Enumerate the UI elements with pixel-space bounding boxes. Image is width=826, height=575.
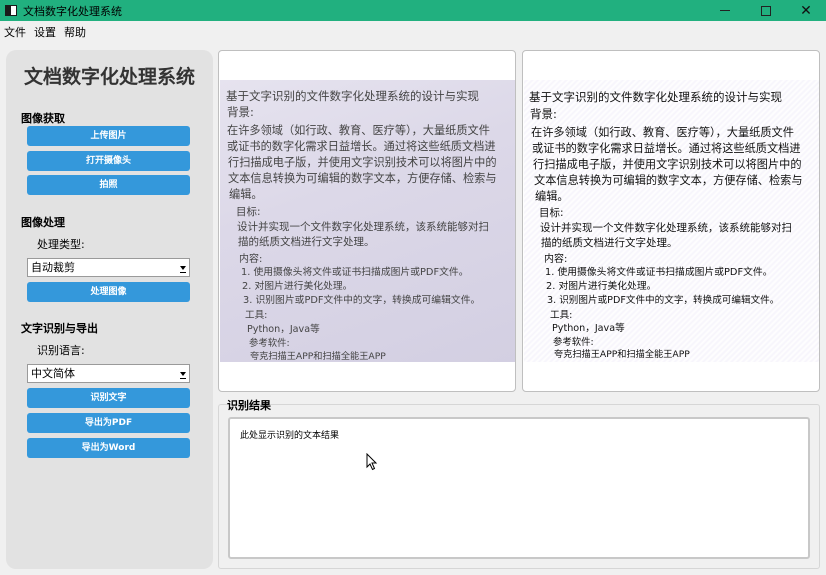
doc-line: 工具:: [550, 310, 573, 321]
export-pdf-button[interactable]: 导出为PDF: [27, 413, 190, 433]
doc-line: 目标:: [236, 206, 261, 218]
doc-line: 夸克扫描王APP和扫描全能王APP: [250, 351, 386, 362]
original-document-photo: 基于文字识别的文件数字化处理系统的设计与实现 背景: 在许多领域（如行政、教育、…: [220, 80, 515, 362]
result-placeholder-text: 此处显示识别的文本结果: [240, 431, 340, 441]
doc-line: 编辑。: [535, 190, 569, 203]
doc-line: 背景:: [227, 105, 254, 119]
chevron-down-icon: [180, 372, 186, 379]
maximize-icon: [761, 5, 771, 16]
menu-settings[interactable]: 设置: [30, 21, 60, 45]
doc-line: 行扫描成电子版，并使用文字识别技术可以将图片中的: [533, 158, 802, 171]
doc-line: 描的纸质文档进行文字处理。: [541, 237, 678, 249]
doc-line: 在许多领域（如行政、教育、医疗等），大量纸质文件: [227, 124, 490, 137]
doc-line: 1. 使用摄像头将文件或证书扫描成图片或PDF文件。: [545, 267, 773, 278]
doc-line: 内容:: [544, 254, 568, 265]
title-bar: 文档数字化处理系统 ✕: [0, 0, 826, 21]
maximize-button[interactable]: [746, 0, 786, 21]
doc-line: 3. 识别图片或PDF文件中的文字，转换成可编辑文件。: [547, 295, 780, 306]
result-group-label: 识别结果: [227, 399, 271, 412]
process-type-label: 处理类型:: [37, 238, 85, 251]
app-icon: [5, 5, 17, 16]
recognize-text-button[interactable]: 识别文字: [27, 388, 190, 408]
menu-bar: 文件 设置 帮助: [0, 21, 826, 45]
menu-file[interactable]: 文件: [0, 21, 30, 45]
doc-line: 基于文字识别的文件数字化处理系统的设计与实现: [226, 89, 479, 103]
chevron-down-icon: [180, 266, 186, 273]
menu-help[interactable]: 帮助: [60, 21, 90, 45]
doc-line: 行扫描成电子版，并使用文字识别技术可以将图片中的: [228, 156, 497, 169]
doc-line: 文本信息转换为可编辑的数字文本，方便存储、检索与: [534, 174, 803, 187]
window-title: 文档数字化处理系统: [23, 5, 122, 18]
doc-line: 基于文字识别的文件数字化处理系统的设计与实现: [529, 90, 782, 104]
doc-line: 或证书的数字化需求日益增长。通过将这些纸质文档进: [227, 140, 496, 153]
doc-line: 设计并实现一个文件数字化处理系统，该系统能够对扫: [540, 222, 792, 234]
ocr-language-select[interactable]: 中文简体: [27, 364, 190, 383]
close-button[interactable]: ✕: [786, 0, 826, 21]
doc-line: 或证书的数字化需求日益增长。通过将这些纸质文档进: [532, 142, 801, 155]
minimize-button[interactable]: [705, 0, 745, 21]
export-word-button[interactable]: 导出为Word: [27, 438, 190, 458]
mouse-pointer-icon: [366, 453, 378, 471]
close-icon: ✕: [800, 2, 812, 19]
process-image-button[interactable]: 处理图像: [27, 282, 190, 302]
doc-line: 夸克扫描王APP和扫描全能王APP: [554, 349, 690, 360]
section-ocr-heading: 文字识别与导出: [21, 322, 98, 335]
process-type-value: 自动裁剪: [31, 261, 75, 274]
original-image-panel: 基于文字识别的文件数字化处理系统的设计与实现 背景: 在许多领域（如行政、教育、…: [218, 50, 516, 392]
upload-image-button[interactable]: 上传图片: [27, 126, 190, 146]
minimize-icon: [720, 10, 730, 11]
doc-line: 2. 对图片进行美化处理。: [242, 281, 353, 292]
doc-line: 3. 识别图片或PDF文件中的文字，转换成可编辑文件。: [243, 295, 481, 306]
processed-document-photo: 基于文字识别的文件数字化处理系统的设计与实现 背景: 在许多领域（如行政、教育、…: [524, 80, 819, 362]
sidebar-title: 文档数字化处理系统: [23, 66, 195, 88]
doc-line: 文本信息转换为可编辑的数字文本，方便存储、检索与: [228, 172, 497, 185]
control-sidebar: 文档数字化处理系统 图像获取 上传图片 打开摄像头 拍照 图像处理 处理类型: …: [6, 50, 213, 569]
process-type-select[interactable]: 自动裁剪: [27, 258, 190, 277]
doc-line: Python，Java等: [552, 323, 625, 334]
doc-line: 参考软件:: [249, 338, 290, 349]
capture-photo-button[interactable]: 拍照: [27, 175, 190, 195]
doc-line: Python，Java等: [247, 324, 320, 335]
doc-line: 2. 对图片进行美化处理。: [546, 281, 657, 292]
doc-line: 在许多领域（如行政、教育、医疗等），大量纸质文件: [531, 126, 794, 139]
doc-line: 描的纸质文档进行文字处理。: [238, 236, 375, 248]
doc-line: 工具:: [245, 310, 268, 321]
doc-line: 背景:: [530, 107, 557, 121]
section-process-heading: 图像处理: [21, 216, 65, 229]
doc-line: 1. 使用摄像头将文件或证书扫描成图片或PDF文件。: [241, 267, 469, 278]
section-acquire-heading: 图像获取: [21, 112, 65, 125]
doc-line: 内容:: [239, 254, 263, 265]
result-text-area[interactable]: 此处显示识别的文本结果: [228, 417, 810, 559]
doc-line: 编辑。: [229, 188, 263, 201]
open-camera-button[interactable]: 打开摄像头: [27, 151, 190, 171]
ocr-language-label: 识别语言:: [37, 344, 85, 357]
doc-line: 目标:: [539, 207, 564, 219]
doc-line: 设计并实现一个文件数字化处理系统，该系统能够对扫: [237, 221, 489, 233]
ocr-language-value: 中文简体: [31, 367, 75, 380]
processed-image-panel: 基于文字识别的文件数字化处理系统的设计与实现 背景: 在许多领域（如行政、教育、…: [522, 50, 820, 392]
